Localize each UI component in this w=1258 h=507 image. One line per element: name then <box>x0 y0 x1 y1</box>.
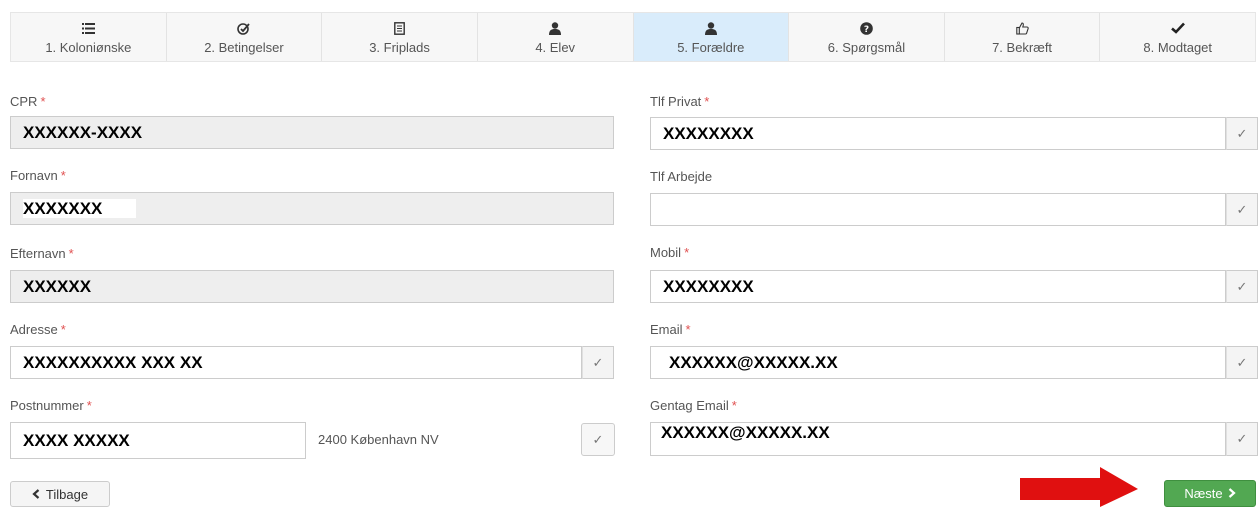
back-button-label: Tilbage <box>45 486 89 502</box>
user-icon <box>704 19 717 37</box>
step-label: 5. Forældre <box>677 40 745 55</box>
mobil-label: Mobil * <box>650 245 690 260</box>
svg-text:?: ? <box>864 25 869 35</box>
step-label: 6. Spørgsmål <box>827 40 906 55</box>
step-friplads[interactable]: 3. Friplads <box>322 13 478 61</box>
step-kolonionske[interactable]: 1. Koloniønske <box>11 13 167 61</box>
chevron-right-icon <box>1228 486 1236 501</box>
step-label: 4. Elev <box>535 40 576 55</box>
list-icon <box>81 19 95 37</box>
next-button[interactable]: Næste <box>1164 480 1256 507</box>
step-foraeldre[interactable]: 5. Forældre <box>633 13 790 61</box>
checkmark-icon <box>1170 19 1185 37</box>
red-arrow-annotation <box>1020 467 1138 507</box>
step-label: 1. Koloniønske <box>45 40 132 55</box>
tlf-privat-label: Tlf Privat * <box>650 94 710 109</box>
valid-check-icon: ✓ <box>1226 193 1258 226</box>
email-field[interactable]: XXXXXX@XXXXX.XX <box>650 346 1226 379</box>
postnummer-label: Postnummer * <box>10 398 92 413</box>
postnummer-field[interactable]: XXXX XXXXX <box>10 422 306 459</box>
step-betingelser[interactable]: 2. Betingelser <box>167 13 323 61</box>
step-label: 8. Modtaget <box>1143 40 1213 55</box>
valid-check-icon: ✓ <box>582 346 614 379</box>
city-name: 2400 København NV <box>318 432 439 447</box>
step-label: 2. Betingelser <box>204 40 284 55</box>
email-label: Email * <box>650 322 691 337</box>
tlf-arbejde-field[interactable] <box>650 193 1226 226</box>
user-icon <box>549 19 562 37</box>
efternavn-label: Efternavn * <box>10 246 74 261</box>
cpr-label: CPR * <box>10 94 46 109</box>
valid-check-icon: ✓ <box>1226 117 1258 150</box>
fornavn-label: Fornavn * <box>10 168 66 183</box>
step-label: 7. Bekræft <box>992 40 1053 55</box>
valid-check-icon: ✓ <box>581 423 615 456</box>
step-elev[interactable]: 4. Elev <box>478 13 634 61</box>
valid-check-icon: ✓ <box>1226 346 1258 379</box>
step-bekraeft[interactable]: 7. Bekræft <box>945 13 1101 61</box>
adresse-label: Adresse * <box>10 322 66 337</box>
question-circle-icon: ? <box>860 19 873 37</box>
check-circle-icon <box>237 19 251 37</box>
gentag-email-label: Gentag Email * <box>650 398 737 413</box>
wizard-steps: 1. Koloniønske 2. Betingelser 3. Friplad… <box>10 12 1256 62</box>
tlf-privat-field[interactable]: XXXXXXXX <box>650 117 1226 150</box>
adresse-field[interactable]: XXXXXXXXXX XXX XX <box>10 346 582 379</box>
thumbs-up-icon <box>1015 19 1029 37</box>
cpr-field[interactable]: XXXXXX-XXXX <box>10 116 614 149</box>
document-icon <box>394 19 405 37</box>
step-label: 3. Friplads <box>369 40 430 55</box>
efternavn-field[interactable]: XXXXXX <box>10 270 614 303</box>
mobil-field[interactable]: XXXXXXXX <box>650 270 1226 303</box>
chevron-left-icon <box>32 487 40 502</box>
fornavn-field[interactable]: XXXXXXX <box>10 192 614 225</box>
step-sporgsmal[interactable]: ? 6. Spørgsmål <box>789 13 945 61</box>
valid-check-icon: ✓ <box>1226 422 1258 456</box>
next-button-label: Næste <box>1184 486 1223 501</box>
valid-check-icon: ✓ <box>1226 270 1258 303</box>
gentag-email-field[interactable]: XXXXXX@XXXXX.XX <box>650 422 1226 456</box>
step-modtaget[interactable]: 8. Modtaget <box>1100 13 1255 61</box>
tlf-arbejde-label: Tlf Arbejde <box>650 169 713 184</box>
back-button[interactable]: Tilbage <box>10 481 110 507</box>
